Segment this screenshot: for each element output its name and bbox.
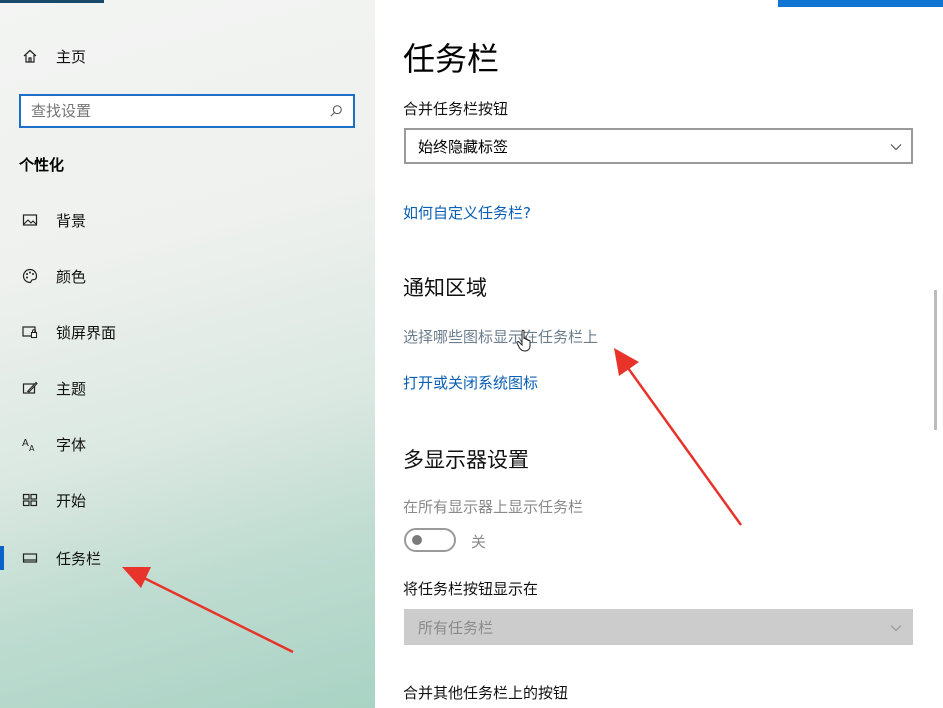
svg-text:A: A <box>29 444 35 452</box>
sidebar-item-label: 字体 <box>56 435 87 454</box>
show-buttons-on-label: 将任务栏按钮显示在 <box>403 580 539 598</box>
search-box[interactable] <box>19 94 355 128</box>
show-all-displays-label: 在所有显示器上显示任务栏 <box>403 498 584 516</box>
sidebar-item-label: 主题 <box>56 379 87 398</box>
multi-display-heading: 多显示器设置 <box>403 448 529 472</box>
sidebar-item-taskbar[interactable]: 任务栏 <box>0 538 375 578</box>
chevron-down-icon <box>889 621 903 635</box>
sidebar-item-label: 背景 <box>56 211 87 230</box>
scrollbar[interactable] <box>934 290 937 430</box>
sidebar-item-label: 锁屏界面 <box>56 323 117 342</box>
sidebar-item-fonts[interactable]: AA 字体 <box>0 424 375 464</box>
page-title: 任务栏 <box>403 40 500 78</box>
main-content: 任务栏 合并任务栏按钮 始终隐藏标签 如何自定义任务栏? 通知区域 选择哪些图标… <box>375 0 943 708</box>
combine-other-label: 合并其他任务栏上的按钮 <box>403 684 569 702</box>
toggle-knob <box>412 535 422 545</box>
font-icon: AA <box>20 434 40 454</box>
sidebar-top-accent <box>0 0 104 3</box>
section-label: 个性化 <box>19 156 65 174</box>
show-all-displays-toggle[interactable] <box>404 528 456 552</box>
sidebar-item-lock-screen[interactable]: 锁屏界面 <box>0 312 375 352</box>
sidebar-item-themes[interactable]: 主题 <box>0 368 375 408</box>
palette-icon <box>20 266 40 286</box>
home-icon <box>20 46 40 66</box>
customize-taskbar-link[interactable]: 如何自定义任务栏? <box>403 202 531 223</box>
sidebar-item-label: 任务栏 <box>56 549 102 568</box>
svg-text:A: A <box>22 438 29 449</box>
theme-icon <box>20 378 40 398</box>
start-icon <box>20 490 40 510</box>
sidebar-item-colors[interactable]: 颜色 <box>0 256 375 296</box>
combine-buttons-label: 合并任务栏按钮 <box>403 100 509 118</box>
chevron-down-icon <box>889 140 903 154</box>
show-buttons-on-dropdown[interactable]: 所有任务栏 <box>404 609 913 645</box>
search-input[interactable] <box>21 102 325 120</box>
toggle-state-text: 关 <box>471 533 487 551</box>
system-icons-link[interactable]: 打开或关闭系统图标 <box>403 372 538 393</box>
show-buttons-on-value: 所有任务栏 <box>418 618 494 637</box>
lock-screen-icon <box>20 322 40 342</box>
sidebar-item-home[interactable]: 主页 <box>0 36 375 76</box>
combine-buttons-dropdown[interactable]: 始终隐藏标签 <box>404 128 913 164</box>
sidebar-item-start[interactable]: 开始 <box>0 480 375 520</box>
picture-icon <box>20 210 40 230</box>
sidebar: 主页 个性化 背景 颜色 锁屏界面 主题 AA 字体 <box>0 0 375 708</box>
sidebar-item-background[interactable]: 背景 <box>0 200 375 240</box>
combine-buttons-value: 始终隐藏标签 <box>418 137 509 156</box>
select-icons-link[interactable]: 选择哪些图标显示在任务栏上 <box>403 326 598 347</box>
selected-indicator <box>0 546 4 570</box>
search-icon[interactable] <box>325 100 347 122</box>
sidebar-item-label: 颜色 <box>56 267 87 286</box>
taskbar-icon <box>20 548 40 568</box>
notification-area-heading: 通知区域 <box>403 276 487 300</box>
sidebar-item-label: 主页 <box>56 47 87 66</box>
main-top-accent <box>778 0 943 7</box>
sidebar-item-label: 开始 <box>56 491 87 510</box>
